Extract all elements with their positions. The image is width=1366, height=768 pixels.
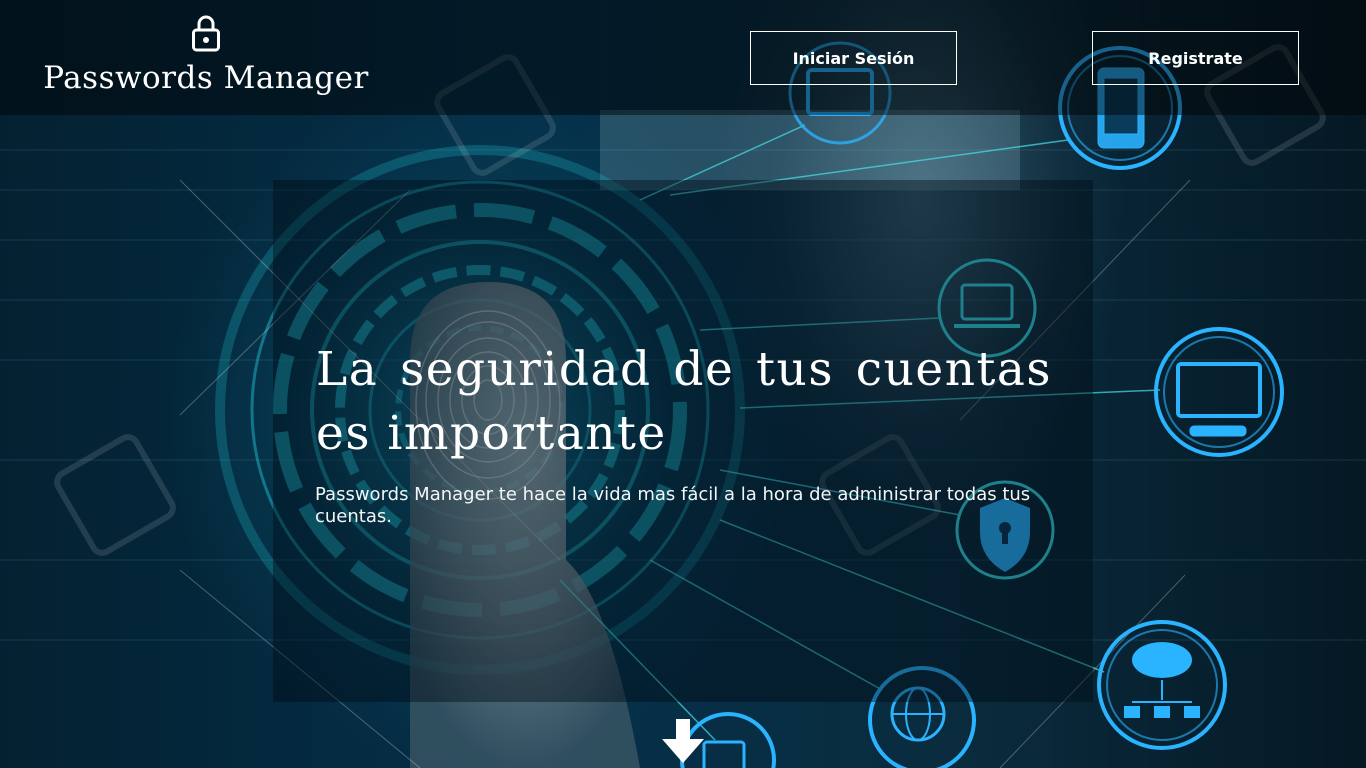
register-button[interactable]: Registrate — [1092, 31, 1299, 85]
lock-icon — [192, 15, 220, 52]
hero-subtext: Passwords Manager te hace la vida mas fá… — [315, 484, 1031, 527]
login-button[interactable]: Iniciar Sesión — [750, 31, 957, 85]
top-header: Passwords Manager Iniciar Sesión Registr… — [0, 0, 1366, 115]
arrow-down-icon[interactable] — [662, 719, 704, 765]
hero-headline: La seguridad de tus cuentas es important… — [316, 342, 1052, 461]
cloud-network-icon — [1097, 620, 1227, 750]
brand-title: Passwords Manager — [43, 60, 369, 96]
monitor-icon — [1154, 327, 1284, 457]
brand-logo[interactable]: Passwords Manager — [43, 14, 368, 96]
